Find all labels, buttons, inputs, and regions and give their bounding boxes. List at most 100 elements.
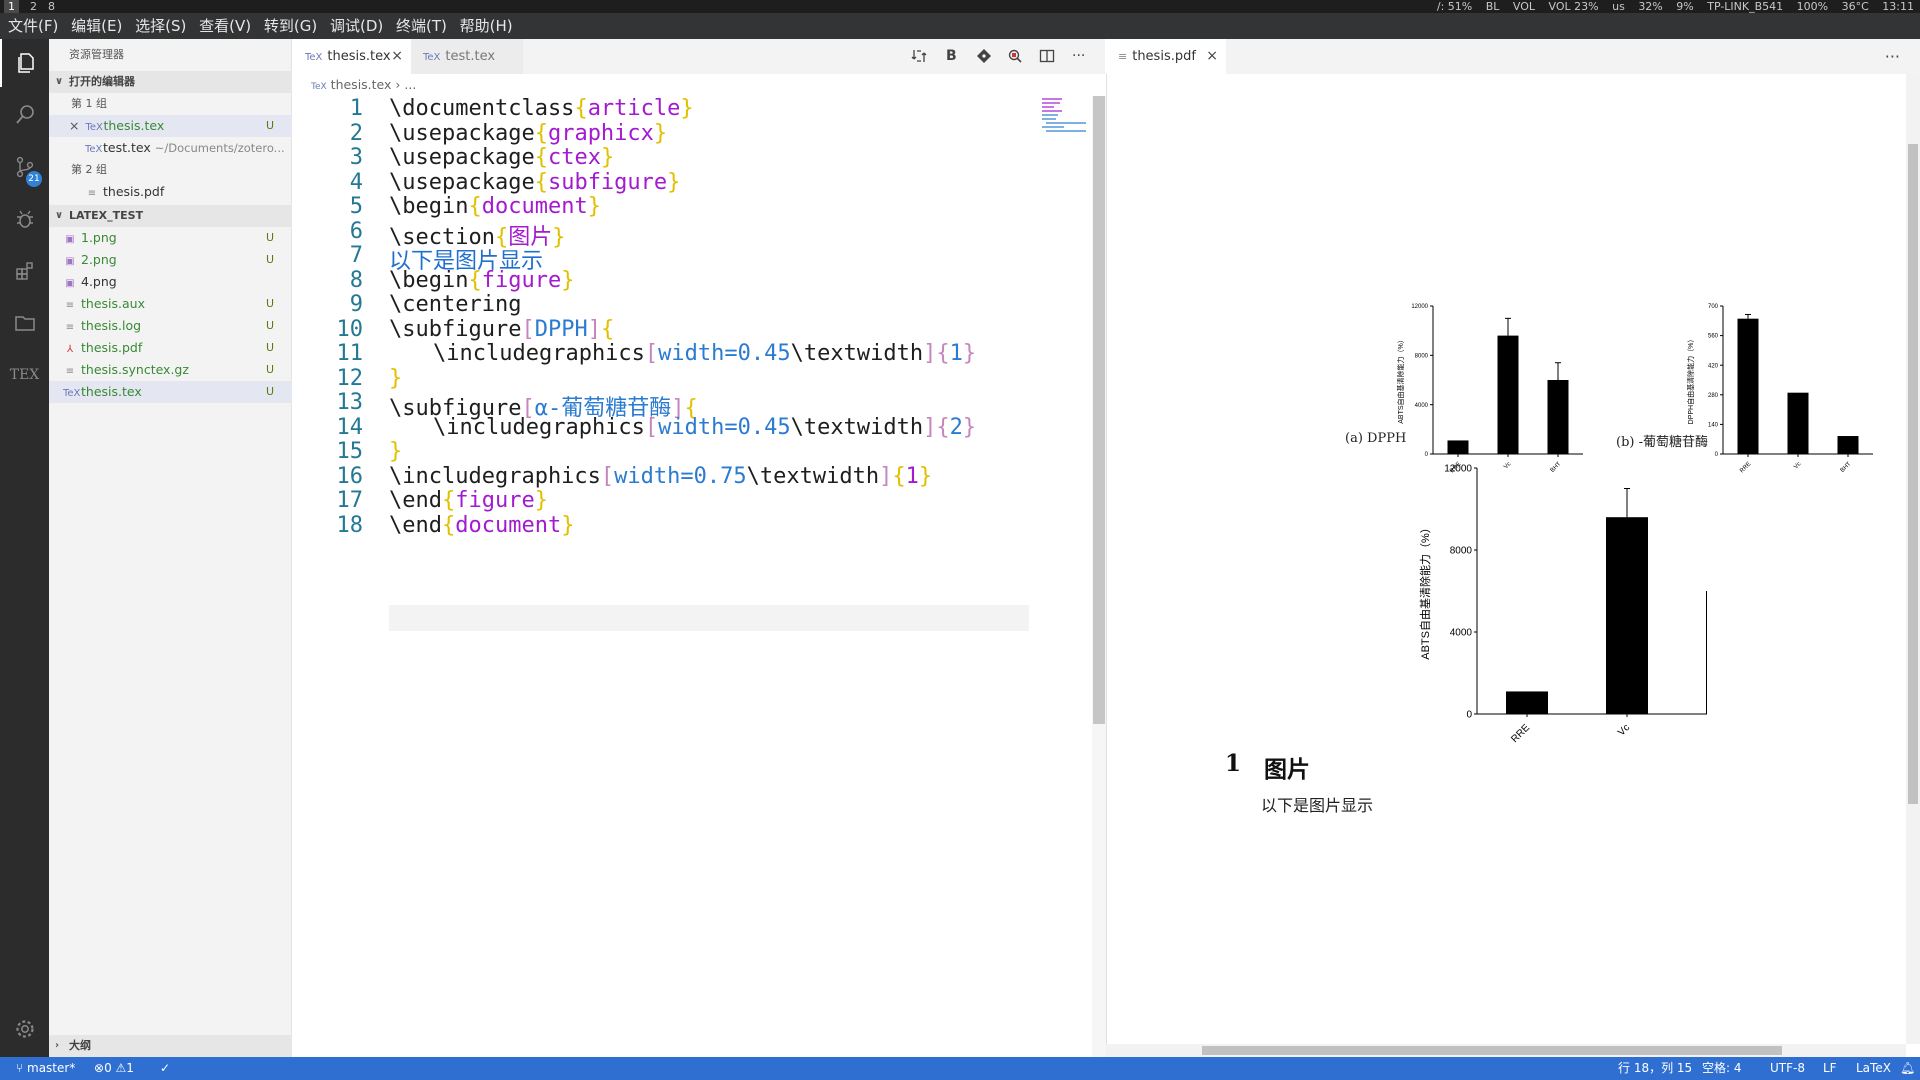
line-number: 8 bbox=[349, 267, 363, 293]
untracked-badge: U bbox=[265, 119, 274, 132]
explorer-icon[interactable] bbox=[0, 39, 49, 87]
language-mode[interactable]: LaTeX bbox=[1856, 1057, 1891, 1080]
split-editor-icon[interactable] bbox=[1039, 39, 1055, 74]
git-branch[interactable]: ⑂ master* bbox=[16, 1057, 75, 1080]
sidebar-title: 资源管理器 bbox=[69, 48, 124, 61]
file-thesis-synctex[interactable]: ≡ thesis.synctex.gz U bbox=[49, 359, 292, 381]
scrollbar-thumb[interactable] bbox=[1202, 1046, 1782, 1055]
tex-file-icon: TeX bbox=[305, 52, 323, 63]
extensions-icon[interactable] bbox=[0, 247, 49, 295]
code-token-cmd: \usepackage bbox=[389, 120, 535, 146]
bar-chart-dpph-small: 0 140 280 420 560 700 DPPH自由基清除能力（%） RRE Vc BHT bbox=[1686, 304, 1873, 474]
workspace-2[interactable]: 2 bbox=[26, 0, 41, 13]
pdf-horizontal-scrollbar[interactable] bbox=[1106, 1044, 1906, 1057]
more-actions-icon[interactable]: ··· bbox=[1885, 39, 1900, 74]
debug-icon[interactable] bbox=[0, 195, 49, 243]
source-control-icon[interactable]: 21 bbox=[0, 143, 49, 191]
close-icon[interactable]: × bbox=[391, 39, 403, 74]
open-editors-section[interactable]: ∨ 打开的编辑器 bbox=[49, 71, 292, 93]
workspace-1[interactable]: 1 bbox=[4, 0, 19, 13]
bar bbox=[1787, 392, 1809, 454]
cursor-position[interactable]: 行 18，列 15 bbox=[1618, 1057, 1692, 1080]
code-token-optopen: [ bbox=[644, 414, 659, 440]
problems-indicator[interactable]: ⊗0 ⚠1 bbox=[94, 1057, 134, 1080]
file-4-png[interactable]: ▣ 4.png bbox=[49, 271, 292, 293]
editor-scrollbar[interactable] bbox=[1092, 96, 1106, 1057]
code-token-cmd: \end bbox=[389, 488, 442, 513]
disk-indicator: /: 51% bbox=[1436, 0, 1473, 13]
settings-gear-icon[interactable] bbox=[0, 1005, 49, 1053]
file-thesis-aux[interactable]: ≡ thesis.aux U bbox=[49, 293, 292, 315]
pdf-viewer[interactable]: 0 4000 8000 12000 ABTS自由基清除能力（%） RRE Vc BHT 0 14… bbox=[1106, 74, 1920, 1057]
untracked-badge: U bbox=[265, 253, 274, 266]
minimap[interactable] bbox=[1040, 96, 1090, 136]
code-token-open: { bbox=[468, 267, 482, 293]
tab-test-tex[interactable]: TeX test.tex bbox=[411, 39, 523, 74]
file-icon: ≡ bbox=[87, 188, 97, 199]
code-token-arg: 1 bbox=[949, 341, 963, 366]
group-1-label: 第 1 组 bbox=[71, 97, 107, 110]
file-thesis-pdf[interactable]: ⅄ thesis.pdf U bbox=[49, 337, 292, 359]
scrollbar-thumb[interactable] bbox=[1908, 144, 1918, 804]
tab-thesis-tex[interactable]: TeX thesis.tex × bbox=[293, 39, 411, 74]
code-editor[interactable]: 1 \documentclass{article} 2 \usepackage{gra… bbox=[293, 96, 1105, 1057]
notifications[interactable]: 🔔︎1 bbox=[1900, 1057, 1920, 1080]
bold-button[interactable]: B bbox=[946, 39, 957, 74]
tab-label: thesis.pdf bbox=[1132, 49, 1196, 64]
open-editor-thesis-pdf[interactable]: ≡ thesis.pdf bbox=[49, 181, 292, 203]
pdf-vertical-scrollbar[interactable] bbox=[1906, 74, 1920, 1044]
section-heading: 图片 bbox=[1264, 756, 1310, 783]
git-icon[interactable] bbox=[976, 39, 992, 74]
file-icon: ≡ bbox=[65, 322, 75, 333]
y-tick-label: 8000 bbox=[1415, 353, 1429, 359]
preview-search-icon[interactable] bbox=[1007, 39, 1023, 74]
file-thesis-log[interactable]: ≡ thesis.log U bbox=[49, 315, 292, 337]
x-tick-label: Vc bbox=[1616, 722, 1632, 738]
file-thesis-tex[interactable]: TeXthesis.tex U bbox=[49, 381, 292, 403]
y-tick-label: 280 bbox=[1708, 393, 1719, 399]
menu-debug[interactable]: 调试(D) bbox=[322, 13, 383, 39]
search-icon[interactable] bbox=[0, 91, 49, 139]
close-icon[interactable]: × bbox=[69, 118, 79, 133]
code-token-open: { bbox=[468, 194, 482, 219]
code-token-close: } bbox=[962, 414, 977, 440]
code-token-close: } bbox=[918, 463, 933, 489]
scm-badge: 21 bbox=[26, 171, 42, 187]
build-status-check[interactable]: ✓ bbox=[160, 1057, 170, 1080]
open-editor-test-tex[interactable]: TeXtest.tex ~/Documents/zotero... bbox=[49, 137, 292, 159]
close-icon[interactable]: × bbox=[1206, 39, 1218, 74]
menu-help[interactable]: 帮助(H) bbox=[452, 13, 513, 39]
code-line: \subfigure[DPPH]{ bbox=[389, 317, 614, 342]
workspace-8[interactable]: 8 bbox=[44, 0, 59, 13]
menu-terminal[interactable]: 终端(T) bbox=[388, 13, 447, 39]
tex-file-icon: TeX bbox=[85, 122, 103, 133]
breadcrumb-file[interactable]: thesis.tex bbox=[331, 77, 392, 92]
line-ending[interactable]: LF bbox=[1823, 1057, 1837, 1080]
code-token-close: } bbox=[561, 267, 575, 293]
open-changes-icon[interactable] bbox=[911, 39, 927, 74]
breadcrumb-symbol[interactable]: ... bbox=[404, 77, 416, 92]
menu-go[interactable]: 转到(G) bbox=[256, 13, 317, 39]
project-section[interactable]: ∨ LATEX_TEST bbox=[49, 205, 292, 227]
outline-section[interactable]: › 大纲 bbox=[49, 1035, 292, 1057]
menu-edit[interactable]: 编辑(E) bbox=[63, 13, 122, 39]
folder-icon[interactable] bbox=[0, 299, 49, 347]
menu-file[interactable]: 文件(F) bbox=[0, 13, 58, 39]
y-tick-label: 0 bbox=[1715, 452, 1719, 458]
more-actions-icon[interactable]: ··· bbox=[1072, 39, 1085, 74]
code-token-open: { bbox=[534, 120, 548, 146]
encoding[interactable]: UTF-8 bbox=[1770, 1057, 1805, 1080]
menu-selection[interactable]: 选择(S) bbox=[127, 13, 186, 39]
open-editor-thesis-tex[interactable]: × TeXthesis.tex U bbox=[49, 115, 292, 137]
indentation[interactable]: 空格: 4 bbox=[1702, 1057, 1742, 1080]
tex-icon[interactable]: TEX bbox=[0, 351, 49, 399]
menu-view[interactable]: 查看(V) bbox=[191, 13, 251, 39]
y-tick-label: 8000 bbox=[1450, 546, 1473, 557]
file-2-png[interactable]: ▣ 2.png U bbox=[49, 249, 292, 271]
scrollbar-thumb[interactable] bbox=[1093, 96, 1105, 724]
tab-thesis-pdf[interactable]: ≡ thesis.pdf × bbox=[1106, 39, 1226, 74]
code-token-optcmd: \textwidth bbox=[790, 341, 924, 366]
file-1-png[interactable]: ▣ 1.png U bbox=[49, 227, 292, 249]
image-file-icon: ▣ bbox=[65, 234, 75, 245]
untracked-badge: U bbox=[265, 231, 274, 244]
